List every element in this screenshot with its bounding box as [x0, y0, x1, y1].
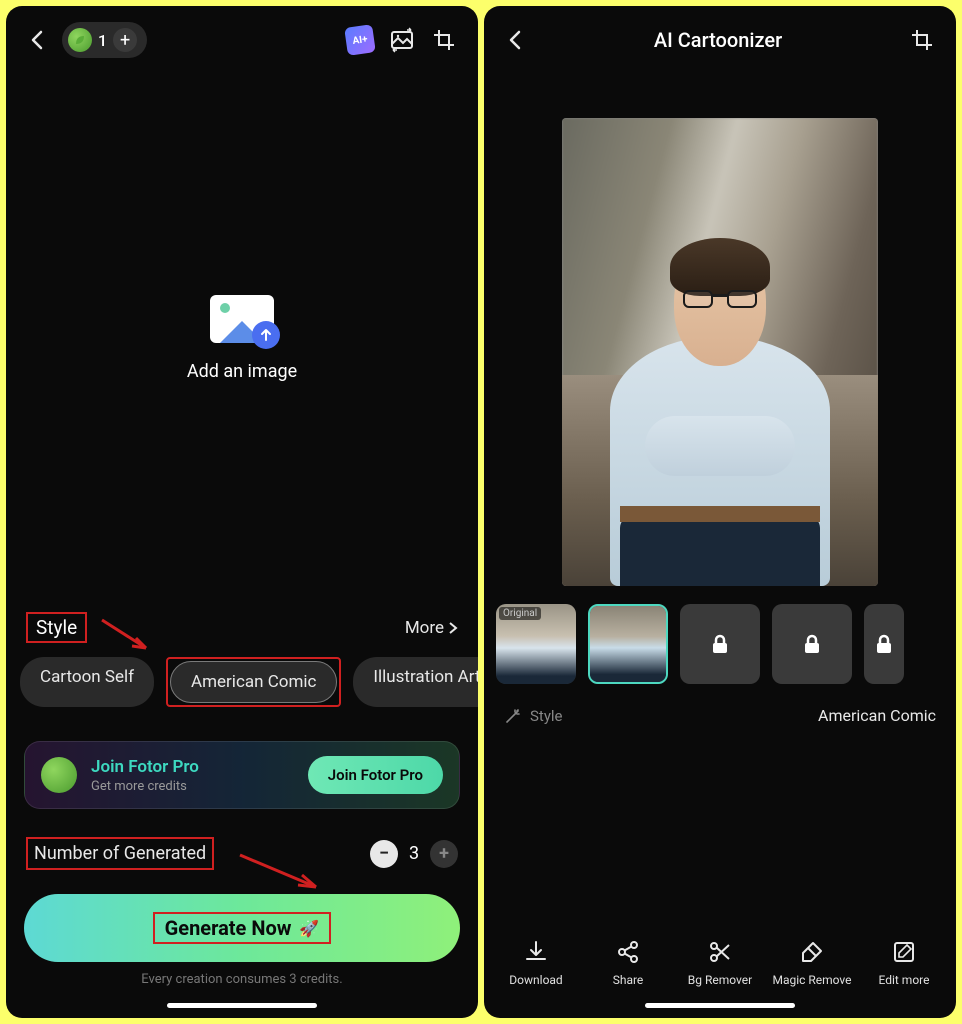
thumbnail-row: Original [484, 586, 956, 684]
page-title: AI Cartoonizer [654, 28, 782, 52]
download-icon [523, 939, 549, 965]
history-button[interactable] [906, 24, 938, 56]
thumb-locked-1[interactable] [680, 604, 760, 684]
crop-icon [431, 27, 457, 53]
style-section-label: Style [36, 616, 77, 639]
home-indicator [645, 1003, 795, 1008]
rocket-icon: 🚀 [299, 919, 319, 938]
gallery-button[interactable] [386, 24, 418, 56]
result-preview[interactable] [562, 118, 878, 586]
num-generated-label: Number of Generated [28, 839, 212, 868]
more-styles-button[interactable]: More [405, 618, 458, 638]
right-header: AI Cartoonizer [484, 6, 956, 74]
thumb-result-1[interactable] [588, 604, 668, 684]
home-indicator [167, 1003, 317, 1008]
style-info-label: Style [530, 707, 563, 725]
increment-button[interactable]: + [430, 840, 458, 868]
arrow-left-icon [26, 28, 50, 52]
more-label: More [405, 618, 444, 638]
edit-more-button[interactable]: Edit more [858, 939, 950, 987]
thumb-original[interactable]: Original [496, 604, 576, 684]
style-cartoon-self[interactable]: Cartoon Self [20, 657, 154, 707]
ai-effects-button[interactable]: AI+ [344, 24, 376, 56]
credit-count: 1 [98, 31, 107, 50]
upload-arrow-icon [252, 321, 280, 349]
style-row: Cartoon Self American Comic Illustration… [6, 657, 478, 725]
chevron-right-icon [448, 621, 458, 635]
history-button[interactable] [428, 24, 460, 56]
lock-icon [800, 632, 824, 656]
image-swap-icon [389, 27, 415, 53]
left-panel: 1 + AI+ Add an image Style More [6, 6, 478, 1018]
generate-button[interactable]: Generate Now 🚀 [24, 894, 460, 962]
num-value: 3 [406, 843, 422, 864]
leaf-icon [68, 28, 92, 52]
thumb-locked-2[interactable] [772, 604, 852, 684]
leaf-icon [41, 757, 77, 793]
annotation-arrow-icon [98, 616, 156, 656]
thumb-label: Original [499, 607, 541, 620]
thumb-locked-3[interactable] [864, 604, 904, 684]
pro-title: Join Fotor Pro [91, 757, 294, 777]
decrement-button[interactable]: − [370, 840, 398, 868]
style-info-value: American Comic [818, 706, 936, 725]
bg-remover-button[interactable]: Bg Remover [674, 939, 766, 987]
pro-subtitle: Get more credits [91, 779, 294, 794]
download-button[interactable]: Download [490, 939, 582, 987]
back-button[interactable] [24, 26, 52, 54]
scissors-icon [707, 939, 733, 965]
join-pro-button[interactable]: Join Fotor Pro [308, 756, 443, 794]
pro-banner: Join Fotor Pro Get more credits Join Fot… [24, 741, 460, 809]
share-icon [615, 939, 641, 965]
style-illustration-art[interactable]: Illustration Art [353, 657, 478, 707]
style-info-row: Style American Comic [484, 684, 956, 725]
quantity-stepper: − 3 + [370, 840, 458, 868]
lock-icon [872, 632, 896, 656]
credits-note: Every creation consumes 3 credits. [6, 968, 478, 997]
bottom-actions: Download Share Bg Remover Magic Remove E… [484, 923, 956, 993]
style-section-header: Style More [6, 602, 478, 657]
annotation-box: American Comic [166, 657, 341, 707]
lock-icon [708, 632, 732, 656]
wand-icon [504, 707, 522, 725]
eraser-icon [799, 939, 825, 965]
style-american-comic[interactable]: American Comic [170, 661, 337, 703]
credit-pill[interactable]: 1 + [62, 22, 147, 58]
crop-icon [909, 27, 935, 53]
magic-remove-button[interactable]: Magic Remove [766, 939, 858, 987]
left-header: 1 + AI+ [6, 6, 478, 74]
generate-label: Generate Now [165, 916, 292, 940]
right-panel: AI Cartoonizer Original [484, 6, 956, 1018]
ai-badge-icon: AI+ [344, 24, 376, 56]
add-credits-button[interactable]: + [113, 28, 137, 52]
number-generated-row: Number of Generated − 3 + [6, 809, 478, 882]
arrow-left-icon [504, 28, 528, 52]
upload-area[interactable]: Add an image [6, 74, 478, 602]
person-illustration [562, 118, 878, 586]
share-button[interactable]: Share [582, 939, 674, 987]
annotation-arrow-icon [236, 851, 326, 895]
back-button[interactable] [502, 26, 530, 54]
edit-icon [891, 939, 917, 965]
upload-label: Add an image [187, 361, 297, 382]
